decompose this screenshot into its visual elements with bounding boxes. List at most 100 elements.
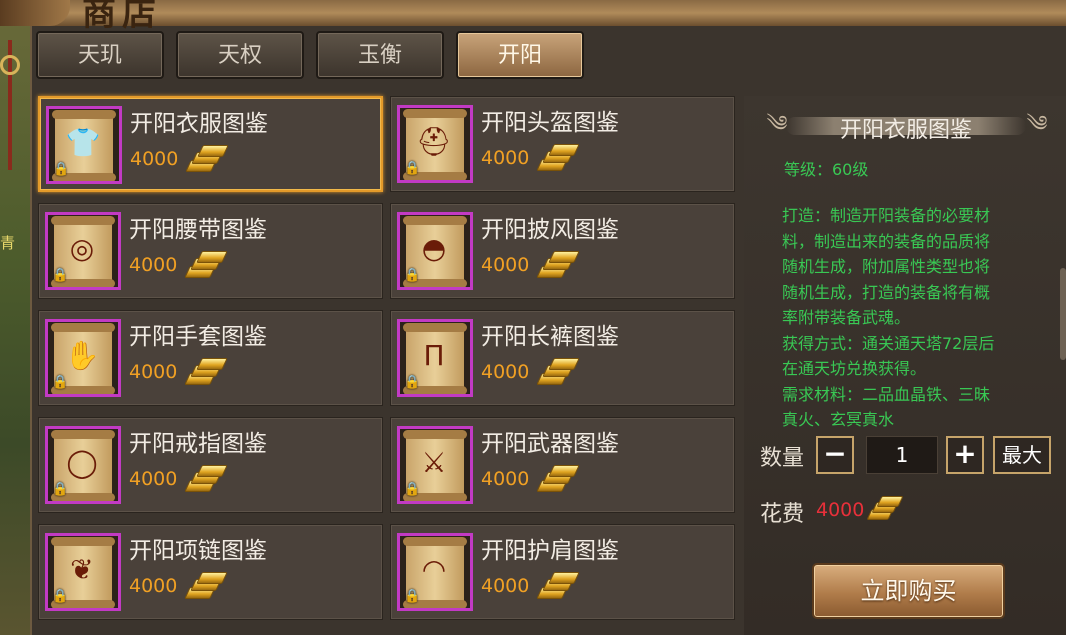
quantity-decrease-button[interactable]: −: [816, 436, 854, 474]
lock-icon: 🔒: [52, 375, 69, 390]
gloves-icon: ✋: [64, 339, 100, 372]
shop-item-weapon[interactable]: ⚔ 🔒 开阳武器图鉴 4000: [390, 417, 735, 513]
item-price: 4000: [481, 254, 530, 276]
shop-item-necklace[interactable]: ❦ 🔒 开阳项链图鉴 4000: [38, 524, 383, 620]
detail-header: ༄ ༄ 开阳衣服图鉴: [756, 108, 1056, 144]
item-icon-frame: ⛑ 🔒: [397, 105, 473, 183]
item-icon-frame: 👕 🔒: [46, 106, 122, 184]
item-price: 4000: [129, 361, 178, 383]
quantity-label: 数量: [760, 446, 805, 471]
shop-item-gloves[interactable]: ✋ 🔒 开阳手套图鉴 4000: [38, 310, 383, 406]
gold-ingot-icon: [184, 145, 229, 174]
detail-description: 打造：制造开阳装备的必要材 料，制造出来的装备的品质将 随机生成，附加属性类型也…: [782, 203, 1044, 433]
quantity-input[interactable]: 1: [866, 436, 938, 474]
quantity-max-button[interactable]: 最大: [993, 436, 1051, 474]
shop-item-helmet[interactable]: ⛑ 🔒 开阳头盔图鉴 4000: [390, 96, 735, 192]
shop-item-cape[interactable]: ◓ 🔒 开阳披风图鉴 4000: [390, 203, 735, 299]
lock-icon: 🔒: [52, 268, 69, 283]
desc-line: 在通天坊兑换获得。: [782, 359, 927, 378]
desc-line: 获得方式：通关通天塔72层后: [782, 333, 995, 353]
item-icon-frame: ❦ 🔒: [45, 533, 121, 611]
desc-line: 真火、玄冥真水: [782, 410, 895, 429]
gold-ingot-icon: [183, 358, 228, 387]
tab-tianquan[interactable]: 天权: [176, 31, 304, 79]
item-price: 4000: [129, 575, 178, 597]
shop-item-ring[interactable]: ◯ 🔒 开阳戒指图鉴 4000: [38, 417, 383, 513]
armor-icon: 👕: [65, 126, 101, 159]
quantity-increase-button[interactable]: +: [946, 436, 984, 474]
lock-icon: 🔒: [404, 375, 421, 390]
detail-level: 等级：60级: [784, 160, 869, 179]
item-icon-frame: ⚔ 🔒: [397, 426, 473, 504]
shop-item-clothes[interactable]: 👕 🔒 开阳衣服图鉴 4000: [38, 96, 383, 192]
item-name: 开阳长裤图鉴: [481, 324, 619, 350]
pants-icon: Π: [423, 339, 445, 372]
item-price: 4000: [481, 147, 530, 169]
lock-icon: 🔒: [404, 268, 421, 283]
lock-icon: 🔒: [404, 482, 421, 497]
shop-item-shoulder[interactable]: ◠ 🔒 开阳护肩图鉴 4000: [390, 524, 735, 620]
desc-line: 料，制造出来的装备的品质将: [782, 231, 991, 251]
lock-icon: 🔒: [52, 589, 69, 604]
belt-icon: ◎: [69, 232, 95, 265]
item-price: 4000: [481, 361, 530, 383]
scrollbar[interactable]: [1060, 268, 1066, 360]
shop-item-belt[interactable]: ◎ 🔒 开阳腰带图鉴 4000: [38, 203, 383, 299]
item-price: 4000: [481, 575, 530, 597]
side-text: 青: [0, 234, 16, 252]
gold-ingot-icon: [183, 251, 228, 280]
cost-label: 花费: [760, 502, 805, 527]
buy-now-button[interactable]: 立即购买: [812, 563, 1005, 619]
item-name: 开阳头盔图鉴: [481, 110, 619, 136]
item-icon-frame: ◎ 🔒: [45, 212, 121, 290]
item-icon-frame: Π 🔒: [397, 319, 473, 397]
background-scene: 青: [0, 0, 34, 635]
tab-yuheng[interactable]: 玉衡: [316, 31, 444, 79]
title-ornament: [0, 0, 70, 26]
item-price: 4000: [130, 148, 179, 170]
gold-ingot-icon: [183, 465, 228, 494]
title-bar: 商店: [0, 0, 1066, 34]
item-price: 4000: [129, 254, 178, 276]
desc-line: 打造：制造开阳装备的必要材: [782, 206, 991, 225]
desc-line: 随机生成，附加属性类型也将: [782, 257, 991, 276]
item-name: 开阳护肩图鉴: [481, 538, 619, 564]
cost-value: 4000: [816, 499, 865, 521]
ring-icon: ◯: [66, 446, 98, 479]
gold-ingot-icon: [866, 496, 904, 522]
gold-ingot-icon: [535, 465, 580, 494]
item-name: 开阳项链图鉴: [129, 538, 267, 564]
shop-item-pants[interactable]: Π 🔒 开阳长裤图鉴 4000: [390, 310, 735, 406]
item-price: 4000: [129, 468, 178, 490]
item-name: 开阳戒指图鉴: [129, 431, 267, 457]
cape-icon: ◓: [421, 232, 447, 265]
lock-icon: 🔒: [404, 161, 421, 176]
gold-ingot-icon: [535, 251, 580, 280]
item-icon-frame: ◓ 🔒: [397, 212, 473, 290]
lock-icon: 🔒: [52, 482, 69, 497]
item-name: 开阳衣服图鉴: [130, 111, 268, 137]
item-icon-frame: ◠ 🔒: [397, 533, 473, 611]
desc-line: 随机生成，打造的装备将有概: [782, 282, 991, 302]
shoulder-icon: ◠: [421, 553, 447, 586]
lock-icon: 🔒: [53, 162, 70, 177]
window-title: 商店: [82, 0, 162, 34]
decorative-ring: [0, 55, 20, 75]
weapon-icon: ⚔: [421, 446, 447, 479]
helmet-icon: ⛑: [416, 125, 452, 158]
item-name: 开阳武器图鉴: [481, 431, 619, 457]
gold-ingot-icon: [535, 572, 580, 601]
item-name: 开阳手套图鉴: [129, 324, 267, 350]
detail-title: 开阳衣服图鉴: [839, 118, 972, 143]
gold-ingot-icon: [535, 144, 580, 173]
item-icon-frame: ◯ 🔒: [45, 426, 121, 504]
desc-line: 需求材料：二品血晶铁、三昧: [782, 384, 991, 404]
desc-line: 率附带装备武魂。: [782, 308, 911, 327]
tab-tianji[interactable]: 天玑: [36, 31, 164, 79]
item-name: 开阳腰带图鉴: [129, 217, 267, 243]
gold-ingot-icon: [183, 572, 228, 601]
lock-icon: 🔒: [404, 589, 421, 604]
necklace-icon: ❦: [70, 553, 94, 586]
tab-kaiyang[interactable]: 开阳: [456, 31, 584, 79]
item-icon-frame: ✋ 🔒: [45, 319, 121, 397]
